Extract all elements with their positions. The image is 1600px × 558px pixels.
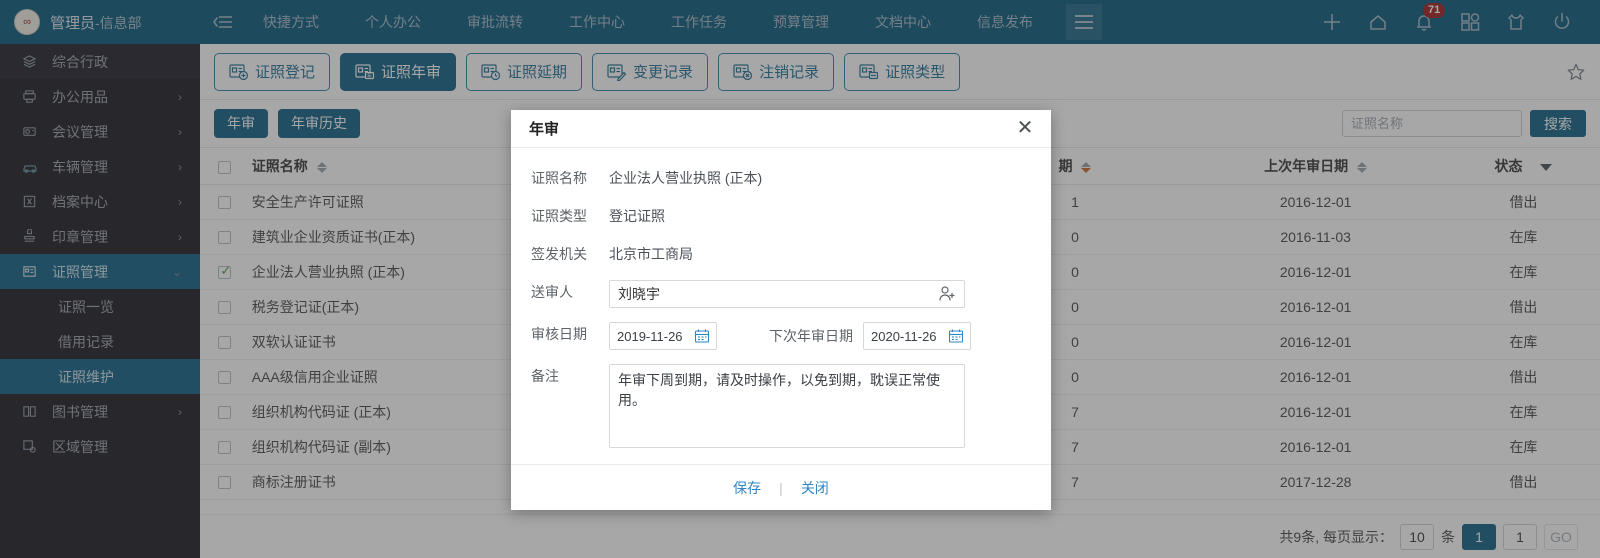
close-icon[interactable]: ✕: [1015, 118, 1035, 139]
annual-review-modal: 年审 ✕ 证照名称 企业法人营业执照 (正本) 证照类型 登记证照 签发机关 北…: [511, 110, 1051, 510]
calendar-icon[interactable]: [948, 328, 964, 347]
field-row-remark: 备注: [531, 364, 1031, 448]
save-button[interactable]: 保存: [733, 478, 761, 498]
submitter-input-wrap: [609, 280, 965, 308]
calendar-icon[interactable]: [694, 328, 710, 347]
label-cert-name: 证照名称: [531, 170, 587, 186]
label-cert-type: 证照类型: [531, 208, 587, 224]
field-row-issuer: 签发机关 北京市工商局: [531, 242, 1031, 266]
field-row-submitter: 送审人: [531, 280, 1031, 308]
modal-body: 证照名称 企业法人营业执照 (正本) 证照类型 登记证照 签发机关 北京市工商局…: [511, 148, 1051, 464]
review-date-input[interactable]: [610, 323, 686, 349]
app-root: ∞ 管理员-信息部 快捷方式 个人办公 审批流转 工作中心 工作任务 预算管理 …: [0, 0, 1600, 558]
modal-title: 年审: [529, 121, 560, 138]
modal-footer: 保存 | 关闭: [511, 464, 1051, 510]
modal-header: 年审 ✕: [511, 110, 1051, 148]
remark-textarea[interactable]: [609, 364, 965, 448]
label-review-date: 审核日期: [531, 326, 587, 342]
value-cert-name: 企业法人营业执照 (正本): [609, 170, 763, 186]
field-row-cert-type: 证照类型 登记证照: [531, 204, 1031, 228]
field-row-cert-name: 证照名称 企业法人营业执照 (正本): [531, 166, 1031, 190]
label-issuer: 签发机关: [531, 246, 587, 262]
value-cert-type: 登记证照: [609, 208, 665, 224]
review-date-wrap: [609, 322, 717, 350]
value-issuer: 北京市工商局: [609, 246, 693, 262]
user-add-icon[interactable]: [938, 285, 956, 306]
label-remark: 备注: [531, 368, 559, 384]
label-submitter: 送审人: [531, 284, 573, 300]
close-button[interactable]: 关闭: [801, 478, 829, 498]
footer-divider: |: [779, 479, 783, 496]
next-review-date-wrap: [863, 322, 971, 350]
label-next-review-date: 下次年审日期: [769, 328, 853, 344]
next-review-date-input[interactable]: [864, 323, 940, 349]
submitter-input[interactable]: [610, 281, 964, 307]
field-row-dates: 审核日期 下次年审日期: [531, 322, 1031, 350]
